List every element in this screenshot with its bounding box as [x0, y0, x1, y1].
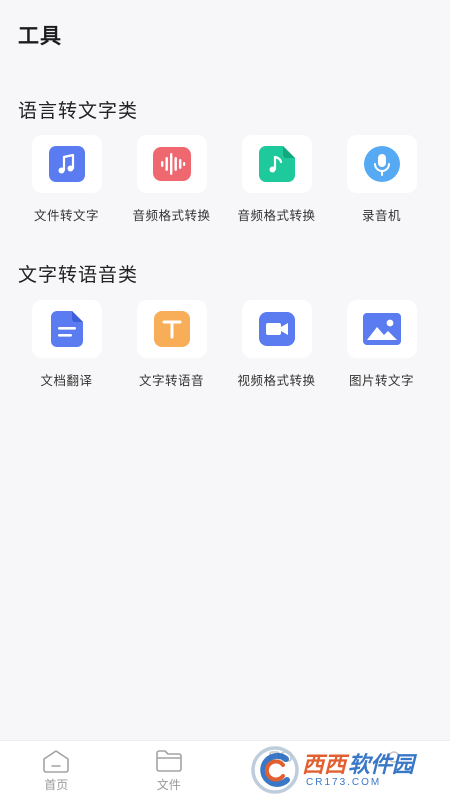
tool-label: 文件转文字: [33, 208, 99, 223]
tool-label: 音频格式转换: [132, 208, 211, 223]
tool-video-format-convert[interactable]: 视频格式转换: [224, 300, 329, 389]
tool-tile: [136, 135, 207, 193]
tool-document-translate[interactable]: 文档翻译: [14, 300, 119, 389]
tool-grid-speech-to-text: 文件转文字 音频格式转换 音频格式转换 录音机: [14, 135, 434, 224]
tool-tile: [241, 135, 312, 193]
watermark-text: 西西 软件园 CR173.COM: [302, 751, 415, 788]
home-icon: [42, 749, 70, 773]
video-camera-icon: [258, 312, 295, 346]
watermark-text-a: 西西: [302, 751, 347, 777]
tool-grid-text-to-speech: 文档翻译 文字转语音 视频格式转换 图片转文字: [14, 300, 434, 389]
image-icon: [362, 313, 401, 345]
watermark-text-b: 软件园: [348, 751, 415, 777]
tool-audio-format-convert[interactable]: 音频格式转换: [119, 135, 224, 224]
tool-label: 音频格式转换: [237, 208, 316, 223]
page-title: 工具: [18, 24, 62, 48]
tool-tile: [31, 300, 102, 358]
tab-home[interactable]: 首页: [0, 741, 113, 800]
tool-tile: [346, 135, 417, 193]
tool-audio-format-convert-2[interactable]: 音频格式转换: [224, 135, 329, 224]
tool-file-to-text[interactable]: 文件转文字: [14, 135, 119, 224]
tool-image-to-text[interactable]: 图片转文字: [329, 300, 434, 389]
music-note-icon: [48, 146, 85, 182]
tool-label: 图片转文字: [348, 373, 414, 388]
tab-files[interactable]: 文件: [113, 741, 226, 800]
tab-label: 首页: [44, 778, 69, 792]
watermark-logo: 西西 软件园 CR173.COM: [250, 744, 446, 796]
tool-label: 文字转语音: [138, 373, 204, 388]
tool-tile: [346, 300, 417, 358]
tool-label: 文档翻译: [40, 373, 93, 388]
tool-label: 视频格式转换: [237, 373, 316, 388]
text-t-icon: [153, 311, 190, 347]
document-icon: [50, 311, 83, 347]
music-file-icon: [258, 146, 295, 182]
watermark-emblem-icon: [251, 746, 299, 794]
tools-page: 工具 语言转文字类 文件转文字 音频格式转换 音频格式转换 录音机 文字转语音类…: [0, 0, 450, 800]
tool-tile: [241, 300, 312, 358]
section-title-text-to-speech: 文字转语音类: [18, 264, 139, 286]
folder-icon: [155, 749, 183, 773]
microphone-icon: [363, 146, 400, 182]
tool-label: 录音机: [361, 208, 401, 223]
tool-text-to-speech[interactable]: 文字转语音: [119, 300, 224, 389]
section-title-speech-to-text: 语言转文字类: [18, 100, 139, 122]
sound-wave-icon: [152, 147, 191, 181]
tool-tile: [31, 135, 102, 193]
tool-recorder[interactable]: 录音机: [329, 135, 434, 224]
watermark-sub: CR173.COM: [306, 776, 382, 788]
tab-label: 文件: [156, 778, 181, 792]
tool-tile: [136, 300, 207, 358]
